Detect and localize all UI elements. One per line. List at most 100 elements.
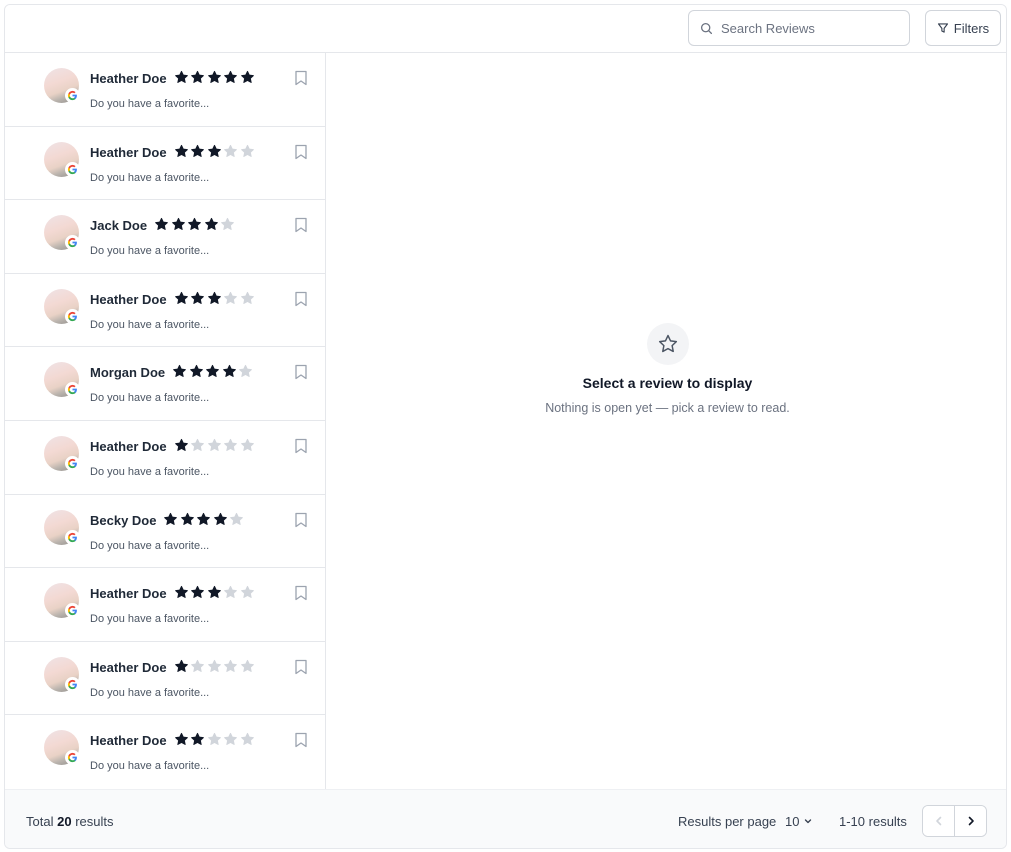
review-snippet: Do you have a favorite... xyxy=(90,318,210,331)
reviewer-name: Heather Doe xyxy=(90,71,167,86)
google-icon xyxy=(65,529,80,545)
star-empty-icon xyxy=(191,659,204,672)
star-filled-icon xyxy=(174,144,188,157)
filter-icon xyxy=(937,23,948,33)
review-snippet: Do you have a favorite... xyxy=(90,539,210,552)
google-icon xyxy=(65,382,80,398)
total-results: Total 20 results xyxy=(26,814,113,829)
total-prefix: Total xyxy=(26,814,54,829)
bookmark-icon[interactable] xyxy=(294,144,308,165)
google-icon xyxy=(65,308,80,324)
bookmark-icon[interactable] xyxy=(294,512,308,533)
google-icon xyxy=(65,235,80,251)
star-empty-icon xyxy=(224,438,237,451)
star-filled-icon xyxy=(191,733,204,746)
star-empty-icon xyxy=(207,438,221,451)
bookmark-icon[interactable] xyxy=(294,70,308,91)
star-empty-icon xyxy=(224,586,237,599)
pagination-controls xyxy=(922,805,987,837)
star-filled-icon xyxy=(214,512,227,525)
toolbar: Filters xyxy=(5,5,1006,53)
results-per-page-select[interactable]: 10 xyxy=(785,810,813,832)
review-list-item[interactable]: Heather Doe Do you have a favorite... xyxy=(5,53,325,127)
star-filled-icon xyxy=(206,365,219,378)
reviewer-name: Jack Doe xyxy=(90,218,148,234)
star-filled-icon xyxy=(207,291,221,304)
bookmark-icon[interactable] xyxy=(294,732,308,753)
star-rating xyxy=(174,291,255,306)
reviewer-name: Heather Doe xyxy=(90,144,167,160)
review-list-item[interactable]: Becky Doe Do you have a favorite... xyxy=(5,495,325,569)
review-list-item[interactable]: Jack Doe Do you have a favorite... xyxy=(5,200,325,274)
star-empty-icon xyxy=(240,144,254,157)
star-rating xyxy=(174,732,255,747)
review-list-item[interactable]: Heather Doe Do you have a favorite... xyxy=(5,421,325,495)
star-filled-icon xyxy=(207,70,221,83)
reviewer-name: Becky Doe xyxy=(90,512,157,528)
star-filled-icon xyxy=(207,144,221,157)
star-filled-icon xyxy=(174,438,188,451)
star-filled-icon xyxy=(174,70,188,83)
google-icon xyxy=(65,750,80,766)
review-list-item[interactable]: Heather Doe Do you have a favorite... xyxy=(5,715,325,789)
chevron-down-icon xyxy=(805,819,812,824)
review-list-item[interactable]: Heather Doe Do you have a favorite... xyxy=(5,642,325,716)
chevron-left-icon xyxy=(935,816,941,826)
results-per-page-value: 10 xyxy=(785,813,800,829)
review-list-item[interactable]: Morgan Doe Do you have a favorite... xyxy=(5,347,325,421)
search-input[interactable] xyxy=(721,20,901,36)
bookmark-icon[interactable] xyxy=(294,217,308,238)
reviewer-name: Morgan Doe xyxy=(90,365,166,381)
star-filled-icon xyxy=(188,218,201,231)
reviewer-name: Heather Doe xyxy=(90,733,167,749)
star-filled-icon xyxy=(174,659,188,672)
next-page-button[interactable] xyxy=(954,806,986,836)
star-empty-icon xyxy=(240,291,254,304)
filters-button[interactable]: Filters xyxy=(925,10,1001,46)
bookmark-icon[interactable] xyxy=(294,291,308,312)
star-empty-icon xyxy=(224,659,237,672)
star-empty-icon xyxy=(240,586,254,599)
results-per-page-label: Results per page xyxy=(678,814,777,829)
bookmark-icon[interactable] xyxy=(294,585,308,606)
star-rating xyxy=(174,585,255,600)
star-filled-icon xyxy=(204,218,218,231)
review-snippet: Do you have a favorite... xyxy=(90,760,210,773)
review-snippet: Do you have a favorite... xyxy=(90,465,210,478)
google-icon xyxy=(65,676,80,692)
star-empty-icon xyxy=(207,659,221,672)
total-suffix: results xyxy=(75,814,114,829)
review-snippet: Do you have a favorite... xyxy=(90,171,210,184)
empty-state-title: Select a review to display xyxy=(582,375,753,391)
star-empty-icon xyxy=(240,438,254,451)
review-list-item[interactable]: Heather Doe Do you have a favorite... xyxy=(5,568,325,642)
google-icon xyxy=(65,88,80,103)
star-icon xyxy=(658,334,678,353)
review-list-item[interactable]: Heather Doe Do you have a favorite... xyxy=(5,274,325,348)
bookmark-icon[interactable] xyxy=(294,659,308,680)
bookmark-icon[interactable] xyxy=(294,438,308,459)
review-list: Heather Doe Do you have a favorite... Heat… xyxy=(5,53,326,789)
search-box[interactable] xyxy=(688,10,910,46)
star-rating xyxy=(174,70,255,85)
star-filled-icon xyxy=(240,70,254,83)
filters-label: Filters xyxy=(953,20,990,36)
review-snippet: Do you have a favorite... xyxy=(90,613,210,626)
star-filled-icon xyxy=(224,70,237,83)
review-list-item[interactable]: Heather Doe Do you have a favorite... xyxy=(5,127,325,201)
star-filled-icon xyxy=(191,291,204,304)
empty-state-badge xyxy=(647,323,689,365)
review-snippet: Do you have a favorite... xyxy=(90,686,210,699)
reviewer-name: Heather Doe xyxy=(90,291,167,307)
previous-page-button[interactable] xyxy=(923,806,954,836)
google-icon xyxy=(65,161,80,177)
review-snippet: Do you have a favorite... xyxy=(90,392,210,405)
star-empty-icon xyxy=(240,659,254,672)
google-icon xyxy=(65,455,80,471)
star-rating xyxy=(174,144,255,159)
star-filled-icon xyxy=(174,586,188,599)
star-empty-icon xyxy=(230,512,244,525)
bookmark-icon[interactable] xyxy=(294,364,308,385)
star-empty-icon xyxy=(240,733,254,746)
star-filled-icon xyxy=(155,218,168,231)
